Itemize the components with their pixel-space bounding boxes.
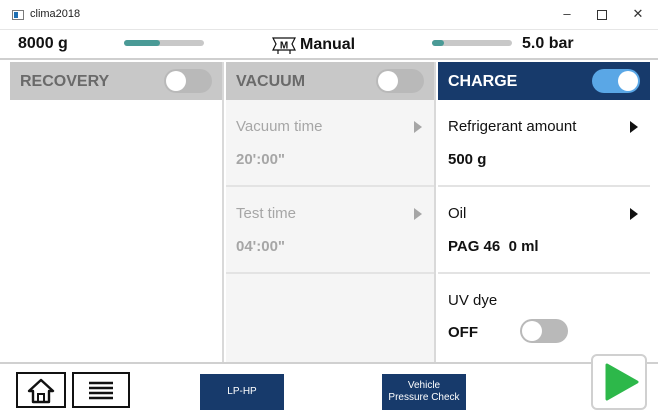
- chevron-right-icon: [414, 208, 422, 220]
- charge-title: CHARGE: [448, 73, 518, 90]
- pressure-bar-fill: [432, 40, 444, 46]
- recovery-header: RECOVERY: [10, 62, 222, 100]
- app-window-icon: [12, 10, 24, 20]
- mode-label: Manual: [300, 36, 356, 53]
- test-time-value: 04':00": [236, 238, 286, 255]
- chevron-right-icon: [414, 121, 422, 133]
- toggle-knob: [378, 71, 398, 91]
- oil-value: PAG 46 0 ml: [448, 238, 539, 255]
- toggle-knob: [522, 321, 542, 341]
- vehicle-pressure-check-button[interactable]: Vehicle Pressure Check: [382, 374, 466, 410]
- refrigerant-amount-label: Refrigerant amount: [448, 118, 577, 135]
- vacuum-time-row[interactable]: Vacuum time 20':00": [226, 100, 434, 187]
- toggle-knob: [166, 71, 186, 91]
- uv-dye-value: OFF: [448, 324, 478, 341]
- home-icon: [27, 378, 55, 404]
- chevron-right-icon: [630, 121, 638, 133]
- maximize-button[interactable]: [590, 4, 614, 24]
- vacuum-title: VACUUM: [236, 73, 306, 90]
- status-bar: 8000 g M Manual 5.0 bar: [0, 30, 658, 60]
- oil-label: Oil: [448, 205, 467, 222]
- tank-weight-bar: [124, 40, 204, 46]
- recovery-panel: RECOVERY: [10, 62, 224, 362]
- pressure-value: 5.0 bar: [522, 35, 574, 52]
- close-button[interactable]: ✕: [626, 4, 650, 24]
- bottom-bar: LP-HP Vehicle Pressure Check: [0, 354, 658, 410]
- pressure-bar: [432, 40, 512, 46]
- chevron-right-icon: [630, 208, 638, 220]
- recovery-toggle[interactable]: [164, 69, 212, 93]
- mode-indicator: M Manual: [270, 33, 355, 57]
- test-time-label: Test time: [236, 205, 297, 222]
- window-title: clima2018: [30, 8, 81, 20]
- start-button[interactable]: [591, 354, 647, 410]
- vacuum-header: VACUUM: [226, 62, 434, 100]
- hamburger-menu-icon: [89, 381, 113, 400]
- vehicle-pressure-check-line2: Pressure Check: [388, 392, 460, 403]
- vacuum-panel: VACUUM Vacuum time 20':00" Test time 04'…: [226, 62, 436, 362]
- home-button[interactable]: [16, 372, 66, 408]
- maximize-icon: [597, 9, 607, 20]
- uv-dye-row: UV dye OFF: [438, 274, 650, 361]
- lp-hp-button[interactable]: LP-HP: [200, 374, 284, 410]
- minimize-button[interactable]: –: [555, 4, 579, 24]
- refrigerant-amount-value: 500 g: [448, 151, 487, 168]
- uv-dye-label: UV dye: [448, 292, 498, 309]
- lp-hp-label: LP-HP: [227, 386, 257, 397]
- vacuum-time-label: Vacuum time: [236, 118, 323, 135]
- vacuum-toggle[interactable]: [376, 69, 424, 93]
- charge-toggle[interactable]: [592, 69, 640, 93]
- recovery-title: RECOVERY: [20, 73, 110, 90]
- svg-text:M: M: [280, 41, 288, 52]
- vehicle-pressure-check-line1: Vehicle: [407, 380, 441, 391]
- charge-header: CHARGE: [438, 62, 650, 100]
- vacuum-time-value: 20':00": [236, 151, 286, 168]
- toggle-knob: [618, 71, 638, 91]
- play-icon: [605, 363, 639, 401]
- oil-row[interactable]: Oil PAG 46 0 ml: [438, 187, 650, 274]
- manifold-m-icon: M: [270, 34, 298, 56]
- menu-button[interactable]: [72, 372, 130, 408]
- tank-weight-bar-fill: [124, 40, 160, 46]
- test-time-row[interactable]: Test time 04':00": [226, 187, 434, 274]
- refrigerant-amount-row[interactable]: Refrigerant amount 500 g: [438, 100, 650, 187]
- uv-dye-toggle[interactable]: [520, 319, 568, 343]
- window-titlebar: clima2018 – ✕: [0, 0, 658, 30]
- vehicle-pressure-check-label: Vehicle Pressure Check: [388, 380, 459, 404]
- charge-panel: CHARGE Refrigerant amount 500 g Oil PAG …: [438, 62, 650, 362]
- tank-weight-value: 8000 g: [18, 35, 68, 52]
